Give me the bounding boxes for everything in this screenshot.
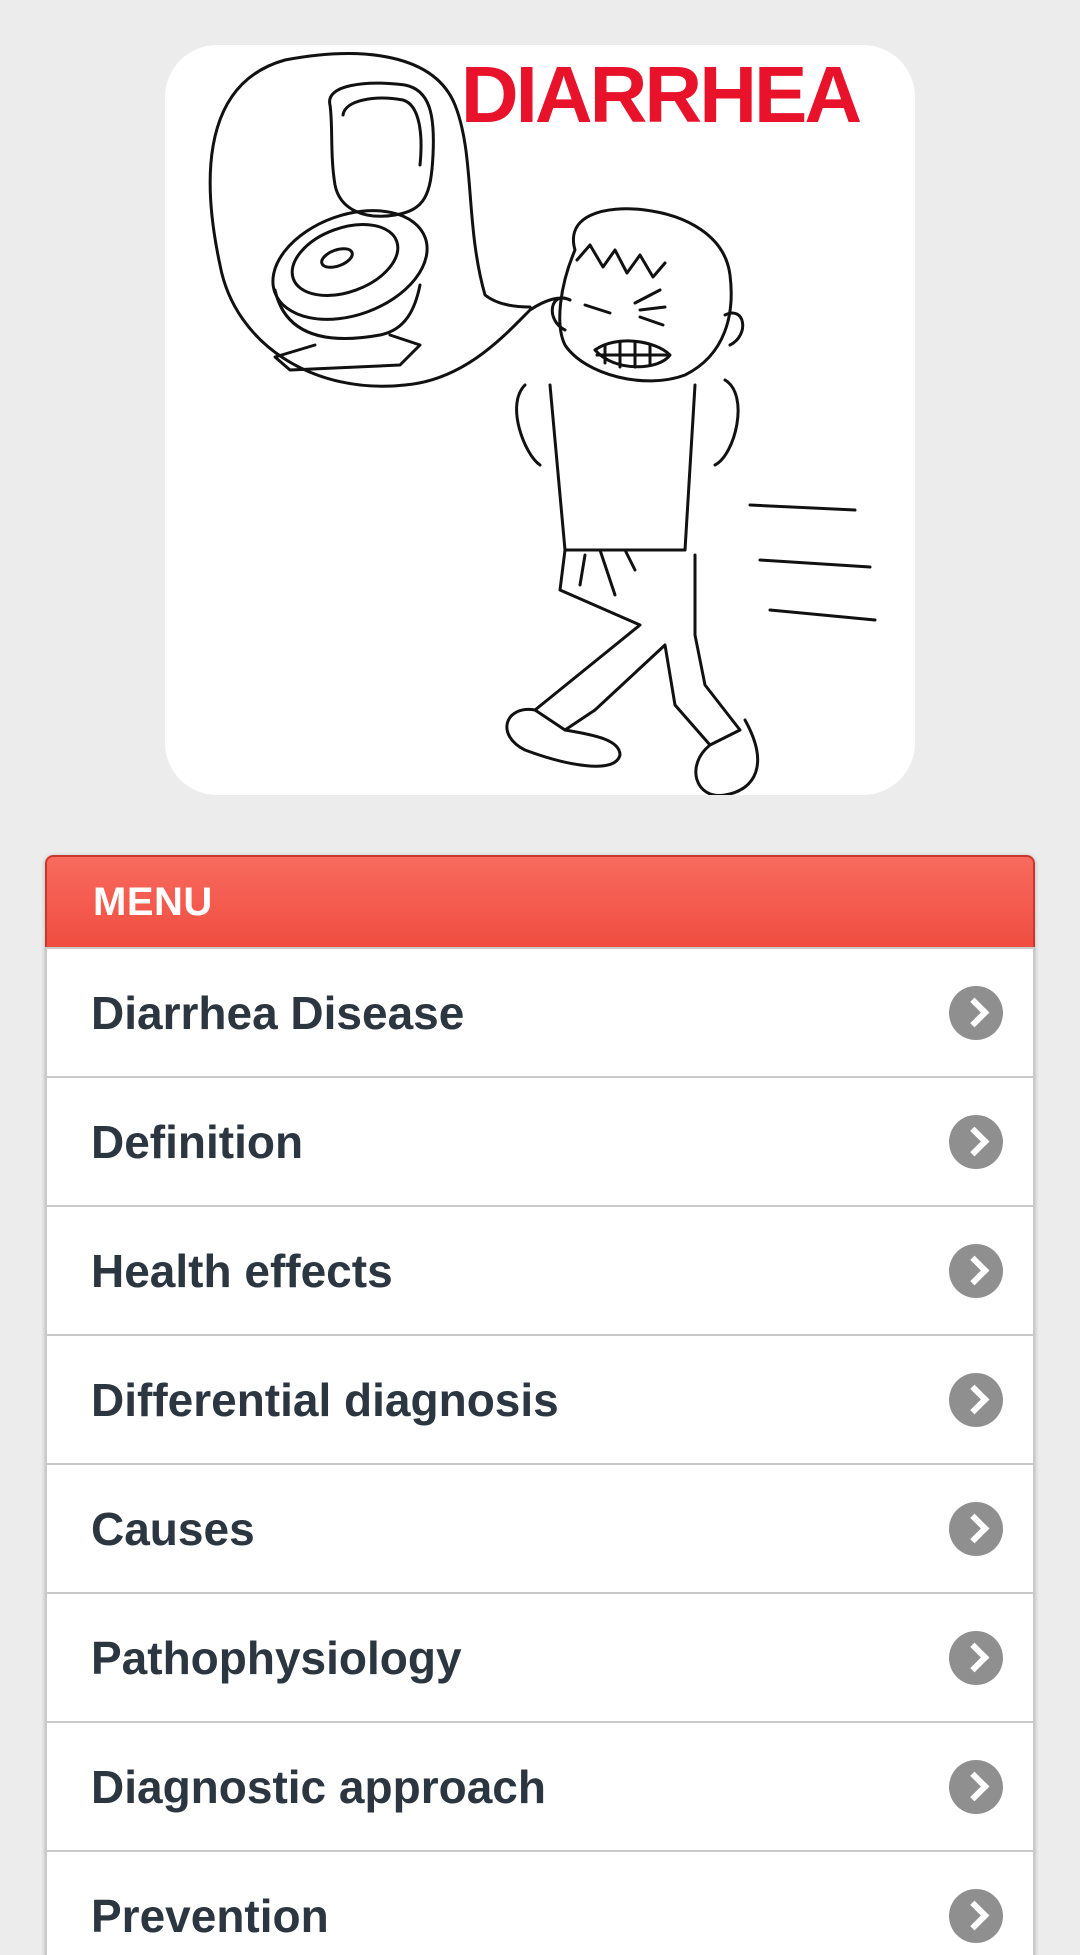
- menu-item-diarrhea-disease[interactable]: Diarrhea Disease: [47, 947, 1033, 1076]
- hero-title: DIARRHEA: [460, 50, 862, 139]
- chevron-right-icon: [949, 1243, 1003, 1298]
- chevron-right-icon: [949, 1759, 1003, 1814]
- menu-item-label: Causes: [91, 1502, 255, 1555]
- menu-item-definition[interactable]: Definition: [47, 1076, 1033, 1205]
- chevron-right-icon: [949, 985, 1003, 1040]
- menu-list: Diarrhea Disease Definition Health effec…: [45, 947, 1035, 1955]
- chevron-right-icon: [949, 1372, 1003, 1427]
- menu-item-label: Health effects: [91, 1244, 393, 1297]
- menu-item-label: Pathophysiology: [91, 1631, 462, 1684]
- chevron-right-icon: [949, 1630, 1003, 1685]
- menu-item-health-effects[interactable]: Health effects: [47, 1205, 1033, 1334]
- chevron-right-icon: [949, 1114, 1003, 1169]
- menu-header: MENU: [45, 855, 1035, 947]
- menu-item-label: Prevention: [91, 1889, 329, 1942]
- menu-item-causes[interactable]: Causes: [47, 1463, 1033, 1592]
- menu-item-prevention[interactable]: Prevention: [47, 1850, 1033, 1955]
- menu-header-label: MENU: [93, 879, 213, 924]
- menu-item-label: Differential diagnosis: [91, 1373, 559, 1426]
- chevron-right-icon: [949, 1501, 1003, 1556]
- boy-running-to-toilet-illustration: [208, 52, 877, 795]
- menu-item-label: Definition: [91, 1115, 304, 1168]
- menu-panel: MENU Diarrhea Disease Definition Health …: [45, 855, 1035, 1955]
- menu-item-diagnostic-approach[interactable]: Diagnostic approach: [47, 1721, 1033, 1850]
- menu-item-differential-diagnosis[interactable]: Differential diagnosis: [47, 1334, 1033, 1463]
- menu-item-label: Diagnostic approach: [91, 1760, 546, 1813]
- hero-image: DIARRHEA: [165, 45, 915, 795]
- menu-item-label: Diarrhea Disease: [91, 986, 465, 1039]
- menu-item-pathophysiology[interactable]: Pathophysiology: [47, 1592, 1033, 1721]
- chevron-right-icon: [949, 1888, 1003, 1943]
